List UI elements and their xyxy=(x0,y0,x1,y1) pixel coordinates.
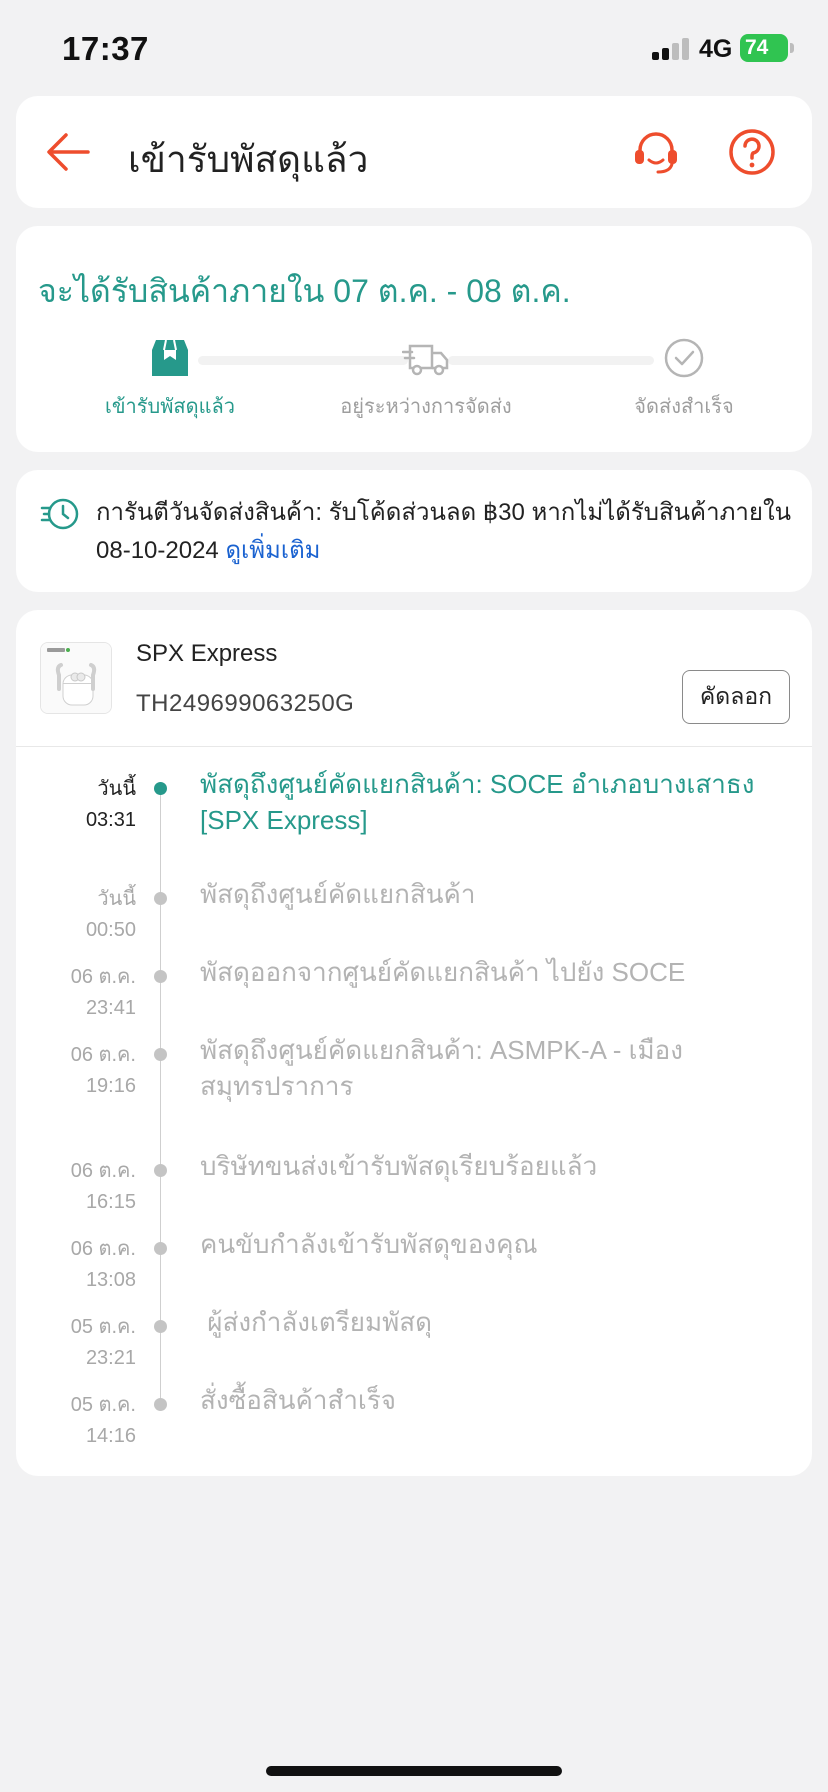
event-date: 06 ต.ค. 19:16 xyxy=(26,1040,136,1102)
battery-icon: 74 xyxy=(740,34,788,62)
copy-button[interactable]: คัดลอก xyxy=(682,670,790,724)
event-date: 06 ต.ค. 16:15 xyxy=(26,1156,136,1218)
guarantee-clock-icon xyxy=(40,498,79,530)
step-label: อยู่ระหว่างการจัดส่ง xyxy=(340,396,512,418)
status-bar: 17:37 4G 74 xyxy=(0,0,828,96)
event-date: 05 ต.ค. 23:21 xyxy=(26,1312,136,1374)
battery-level: 74 xyxy=(745,36,769,59)
timeline-dot xyxy=(154,1048,167,1061)
event-text: ผู้ส่งกำลังเตรียมพัสดุ xyxy=(200,1307,432,1337)
product-thumbnail xyxy=(40,642,112,714)
guarantee-text: การันตีวันจัดส่งสินค้า: รับโค้ดส่วนลด ฿3… xyxy=(96,494,796,570)
event-time: 00:50 xyxy=(85,919,136,941)
event-text: พัสดุออกจากศูนย์คัดแยกสินค้า ไปยัง SOCE xyxy=(200,957,686,987)
event-day: 05 ต.ค. xyxy=(70,1394,136,1416)
event-day: 06 ต.ค. xyxy=(70,1238,136,1260)
event-date: 05 ต.ค. 14:16 xyxy=(26,1390,136,1452)
guarantee-message: การันตีวันจัดส่งสินค้า: รับโค้ดส่วนลด ฿3… xyxy=(96,499,792,564)
shipment-card: SPX Express TH249699063250G คัดลอก วันนี… xyxy=(16,610,812,1476)
step-in-transit: อยู่ระหว่างการจัดส่ง xyxy=(326,336,526,422)
event-time: 14:16 xyxy=(85,1425,136,1447)
timeline-dot xyxy=(154,892,167,905)
network-label: 4G xyxy=(699,35,733,63)
event-day: วันนี้ xyxy=(97,778,136,800)
event-day: 06 ต.ค. xyxy=(70,1160,136,1182)
timeline-dot xyxy=(154,782,167,795)
event-day: วันนี้ xyxy=(97,888,136,910)
event-time: 23:41 xyxy=(85,997,136,1019)
battery-tip xyxy=(790,43,794,53)
event-date: 06 ต.ค. 23:41 xyxy=(26,962,136,1024)
event-text: พัสดุถึงศูนย์คัดแยกสินค้า: SOCE อำเภอบาง… xyxy=(200,769,755,835)
step-label: จัดส่งสำเร็จ xyxy=(634,396,734,418)
see-more-link[interactable]: ดูเพิ่มเติม xyxy=(225,537,320,564)
timeline-dot xyxy=(154,1320,167,1333)
step-label: เข้ารับพัสดุแล้ว xyxy=(105,396,235,418)
truck-icon xyxy=(402,344,449,376)
event-date: วันนี้ 03:31 xyxy=(26,774,136,836)
earbuds-image xyxy=(41,643,111,713)
carrier-name: SPX Express xyxy=(136,640,278,667)
event-day: 05 ต.ค. xyxy=(70,1316,136,1338)
step-delivered: จัดส่งสำเร็จ xyxy=(604,336,764,422)
delivery-guarantee-card: การันตีวันจัดส่งสินค้า: รับโค้ดส่วนลด ฿3… xyxy=(16,470,812,592)
timeline-dot xyxy=(154,970,167,983)
timeline-dot xyxy=(154,1242,167,1255)
home-indicator[interactable] xyxy=(266,1766,562,1776)
event-text: พัสดุถึงศูนย์คัดแยกสินค้า: ASMPK-A - เมื… xyxy=(200,1035,683,1101)
event-day: 06 ต.ค. xyxy=(70,966,136,988)
timeline-dot xyxy=(154,1164,167,1177)
event-text: คนขับกำลังเข้ารับพัสดุของคุณ xyxy=(200,1229,538,1259)
top-bar: เข้ารับพัสดุแล้ว xyxy=(16,96,812,208)
check-circle-icon xyxy=(664,338,704,378)
tracking-number: TH249699063250G xyxy=(136,690,355,717)
signal-icon xyxy=(652,38,690,60)
step-picked-up: เข้ารับพัสดุแล้ว xyxy=(90,336,250,422)
headset-icon[interactable] xyxy=(630,126,682,178)
status-time: 17:37 xyxy=(62,30,149,67)
event-time: 03:31 xyxy=(85,809,136,831)
timeline-line xyxy=(160,782,161,1404)
event-time: 19:16 xyxy=(85,1075,136,1097)
back-arrow-icon[interactable] xyxy=(40,126,96,178)
event-date: 06 ต.ค. 13:08 xyxy=(26,1234,136,1296)
package-icon xyxy=(152,339,188,376)
delivery-status-card: จะได้รับสินค้าภายใน 07 ต.ค. - 08 ต.ค. เข… xyxy=(16,226,812,452)
page-title: เข้ารับพัสดุแล้ว xyxy=(128,139,369,180)
event-time: 23:21 xyxy=(85,1347,136,1369)
timeline-dot xyxy=(154,1398,167,1411)
event-date: วันนี้ 00:50 xyxy=(26,884,136,946)
event-text: พัสดุถึงศูนย์คัดแยกสินค้า xyxy=(200,879,476,909)
delivery-eta: จะได้รับสินค้าภายใน 07 ต.ค. - 08 ต.ค. xyxy=(38,273,571,309)
divider xyxy=(16,746,812,747)
event-text: สั่งซื้อสินค้าสำเร็จ xyxy=(200,1385,397,1415)
event-time: 13:08 xyxy=(85,1269,136,1291)
event-day: 06 ต.ค. xyxy=(70,1044,136,1066)
help-icon[interactable] xyxy=(726,126,778,178)
event-text: บริษัทขนส่งเข้ารับพัสดุเรียบร้อยแล้ว xyxy=(200,1151,598,1181)
event-time: 16:15 xyxy=(85,1191,136,1213)
